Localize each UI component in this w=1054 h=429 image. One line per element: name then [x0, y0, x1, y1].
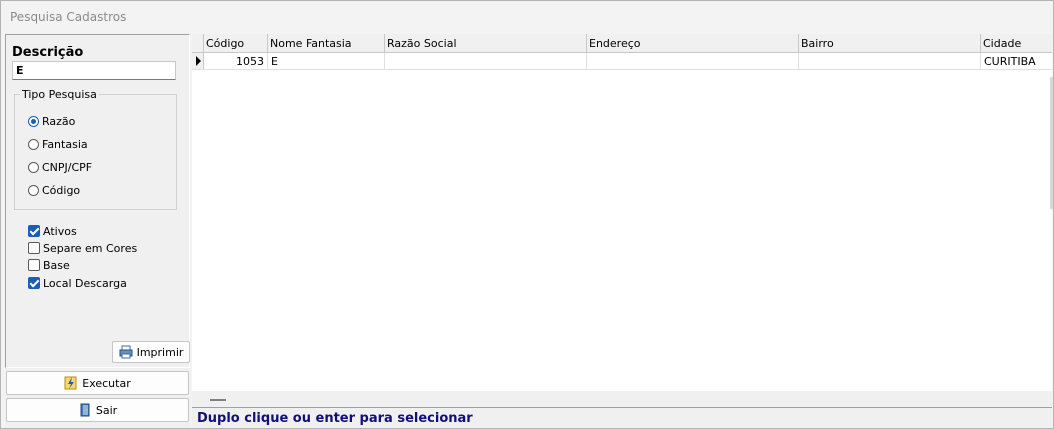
checkbox-indicator[interactable] — [28, 242, 40, 254]
cell-bairro[interactable] — [799, 53, 981, 69]
description-input[interactable]: E — [12, 61, 176, 80]
execute-button[interactable]: Executar — [6, 371, 189, 395]
execute-button-label: Executar — [82, 376, 131, 390]
cell-nome-fantasia[interactable]: E — [268, 53, 385, 69]
header-indicator — [192, 34, 204, 52]
cell-razao-social[interactable] — [385, 53, 587, 69]
radio-indicator[interactable] — [28, 161, 39, 173]
cell-cidade[interactable]: CURITIBA — [981, 53, 1052, 69]
vertical-scrollbar[interactable] — [1050, 77, 1053, 209]
cell-codigo[interactable]: 1053 — [204, 53, 268, 69]
search-type-group: Tipo Pesquisa Razão Fantasia CNPJ/CPF Có… — [14, 88, 177, 210]
row-selected-indicator — [192, 53, 204, 69]
column-header-codigo[interactable]: Código — [204, 34, 268, 52]
checkbox-indicator[interactable] — [28, 259, 40, 271]
filter-panel: Descrição E Tipo Pesquisa Razão Fantasia… — [5, 34, 190, 427]
checkbox-indicator[interactable] — [28, 225, 40, 237]
radio-indicator[interactable] — [28, 138, 39, 150]
column-header-nome-fantasia[interactable]: Nome Fantasia — [268, 34, 385, 52]
radio-label: Fantasia — [42, 137, 88, 151]
checkbox-indicator[interactable] — [28, 277, 40, 289]
column-header-cidade[interactable]: Cidade — [981, 34, 1052, 52]
checkbox-local-descarga[interactable]: Local Descarga — [28, 275, 127, 291]
status-text: Duplo clique ou enter para selecionar — [197, 411, 473, 426]
column-header-razao-social[interactable]: Razão Social — [385, 34, 587, 52]
table-row[interactable]: 1053 E CURITIBA — [192, 53, 1052, 70]
print-button[interactable]: Imprimir — [112, 341, 190, 363]
results-grid[interactable]: Código Nome Fantasia Razão Social Endere… — [192, 34, 1052, 408]
radio-cnpj-cpf[interactable]: CNPJ/CPF — [28, 159, 92, 175]
radio-indicator[interactable] — [28, 184, 39, 196]
search-type-label: Tipo Pesquisa — [20, 88, 99, 101]
checkbox-base[interactable]: Base — [28, 257, 70, 273]
scroll-thumb[interactable] — [210, 399, 226, 401]
column-header-bairro[interactable]: Bairro — [799, 34, 981, 52]
horizontal-scrollbar[interactable] — [192, 391, 1052, 407]
radio-codigo[interactable]: Código — [28, 182, 80, 198]
exit-button[interactable]: Sair — [6, 398, 189, 422]
radio-indicator[interactable] — [28, 115, 39, 127]
radio-razao[interactable]: Razão — [28, 113, 75, 129]
window-title: Pesquisa Cadastros — [10, 10, 127, 24]
radio-label: Razão — [42, 114, 76, 128]
title-bar[interactable]: Pesquisa Cadastros — [1, 1, 1053, 33]
checkbox-label: Local Descarga — [43, 276, 127, 290]
radio-fantasia[interactable]: Fantasia — [28, 136, 88, 152]
grid-header: Código Nome Fantasia Razão Social Endere… — [192, 34, 1052, 53]
lightning-icon — [64, 376, 78, 390]
radio-label: CNPJ/CPF — [42, 160, 93, 174]
door-exit-icon — [78, 403, 92, 417]
print-button-label: Imprimir — [136, 345, 184, 359]
exit-button-label: Sair — [95, 403, 118, 417]
filter-panel-inner: Descrição E Tipo Pesquisa Razão Fantasia… — [5, 34, 190, 368]
cell-endereco[interactable] — [587, 53, 799, 69]
description-label: Descrição — [12, 45, 84, 60]
search-window: Pesquisa Cadastros Descrição E Tipo Pesq… — [0, 0, 1054, 429]
radio-label: Código — [42, 183, 81, 197]
checkbox-label: Separe em Cores — [43, 241, 138, 255]
column-header-endereco[interactable]: Endereço — [587, 34, 799, 52]
checkbox-separe-em-cores[interactable]: Separe em Cores — [28, 240, 137, 256]
checkbox-ativos[interactable]: Ativos — [28, 223, 77, 239]
checkbox-label: Ativos — [43, 224, 77, 238]
checkbox-label: Base — [43, 258, 70, 272]
printer-icon — [119, 345, 133, 359]
status-bar: Duplo clique ou enter para selecionar — [192, 407, 1052, 428]
